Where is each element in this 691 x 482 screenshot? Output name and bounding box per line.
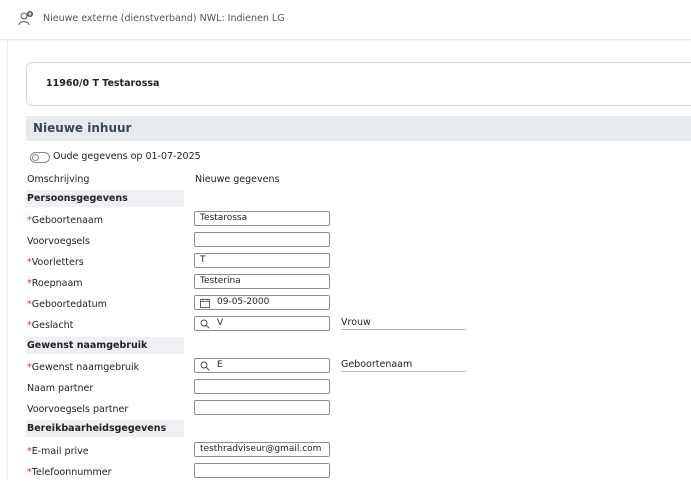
geboortedatum-label: *Geboortedatum: [27, 299, 107, 310]
voorletters-input[interactable]: T: [194, 253, 330, 268]
group-bereikbaarheid-label: Bereikbaarheidsgegevens: [27, 423, 167, 434]
telefoon-label: *Telefoonnummer: [27, 467, 112, 478]
geboortedatum-value: 09-05-2000: [217, 297, 270, 307]
employee-label: 11960/0 T Testarossa: [46, 78, 160, 89]
naam-partner-input[interactable]: [194, 379, 330, 394]
roepnaam-label: *Roepnaam: [27, 278, 83, 289]
search-icon[interactable]: [200, 319, 210, 329]
geboortenaam-label: *Geboortenaam: [27, 215, 103, 226]
top-bar: Nieuwe externe (dienstverband) NWL: Indi…: [0, 0, 691, 40]
geslacht-input[interactable]: V: [194, 316, 330, 331]
roepnaam-label-text: Roepnaam: [31, 278, 83, 289]
group-naamgebruik: Gewenst naamgebruik: [26, 337, 184, 354]
roepnaam-input[interactable]: Testerina: [194, 274, 330, 289]
employee-card: 11960/0 T Testarossa: [26, 62, 691, 106]
naamgebruik-label: *Gewenst naamgebruik: [27, 362, 139, 373]
naamgebruik-label-text: Gewenst naamgebruik: [31, 362, 140, 373]
omschrijving-label: Omschrijving: [27, 174, 90, 185]
naamgebruik-value: E: [217, 360, 223, 370]
email-label-text: E-mail prive: [31, 446, 89, 457]
naamgebruik-input[interactable]: E: [194, 358, 330, 373]
voorletters-label-text: Voorletters: [31, 257, 84, 268]
group-naamgebruik-label: Gewenst naamgebruik: [27, 340, 148, 351]
calendar-icon[interactable]: [200, 298, 210, 308]
geboortedatum-label-text: Geboortedatum: [31, 299, 107, 310]
old-data-toggle-label: Oude gegevens op 01-07-2025: [53, 151, 201, 162]
user-add-icon[interactable]: [18, 10, 34, 26]
email-input[interactable]: testhradviseur@gmail.com: [194, 442, 330, 457]
omschrijving-row: Omschrijving Nieuwe gegevens: [26, 169, 506, 189]
geslacht-label: *Geslacht: [27, 320, 73, 331]
section-title: Nieuwe inhuur: [33, 121, 132, 135]
group-persoonsgegevens-label: Persoonsgegevens: [27, 193, 128, 204]
naam-partner-label: Naam partner: [27, 383, 94, 394]
geboortedatum-input[interactable]: 09-05-2000: [194, 295, 330, 310]
naamgebruik-description: Geboortenaam: [341, 359, 466, 372]
geslacht-description: Vrouw: [341, 317, 466, 330]
voorvoegsels-input[interactable]: [194, 232, 330, 247]
omschrijving-value: Nieuwe gegevens: [195, 174, 280, 185]
search-icon[interactable]: [200, 361, 210, 371]
telefoon-label-text: Telefoonnummer: [31, 467, 112, 478]
email-label: *E-mail prive: [27, 446, 89, 457]
voorvoegsels-partner-input[interactable]: [194, 400, 330, 415]
old-data-toggle[interactable]: [30, 152, 50, 163]
geboortenaam-input[interactable]: Testarossa: [194, 211, 330, 226]
section-header: Nieuwe inhuur: [26, 116, 691, 141]
geslacht-label-text: Geslacht: [31, 320, 74, 331]
group-bereikbaarheid: Bereikbaarheidsgegevens: [26, 420, 184, 437]
geboortenaam-label-text: Geboortenaam: [31, 215, 104, 226]
left-divider: [7, 40, 8, 480]
voorvoegsels-partner-label: Voorvoegsels partner: [27, 404, 129, 415]
voorvoegsels-label: Voorvoegsels: [27, 236, 90, 247]
geslacht-value: V: [217, 318, 224, 328]
voorletters-label: *Voorletters: [27, 257, 84, 268]
telefoon-input[interactable]: [194, 463, 330, 478]
group-persoonsgegevens: Persoonsgegevens: [26, 190, 184, 207]
page-title: Nieuwe externe (dienstverband) NWL: Indi…: [43, 13, 285, 24]
